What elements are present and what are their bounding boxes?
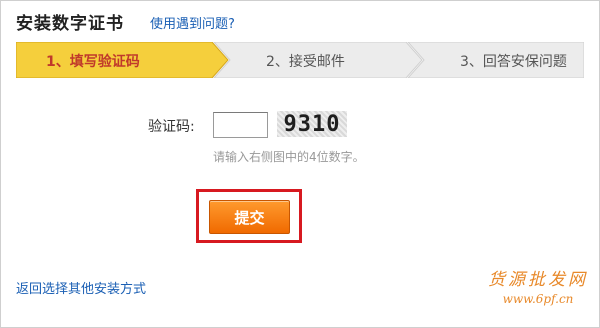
- verification-code-label: 验证码:: [148, 119, 195, 135]
- step-1-label: 1、填写验证码: [46, 54, 140, 70]
- step-progress-bar: 1、填写验证码 2、接受邮件 3、回答安保问题: [16, 42, 584, 78]
- verification-code-input[interactable]: [213, 112, 268, 138]
- step-2-label: 2、接受邮件: [266, 54, 345, 70]
- watermark-name: 货源批发网: [488, 270, 588, 290]
- back-to-install-methods-link[interactable]: 返回选择其他安装方式: [16, 278, 146, 297]
- watermark-url: www.6pf.cn: [502, 292, 574, 306]
- help-link[interactable]: 使用遇到问题?: [150, 13, 235, 32]
- step-3-label: 3、回答安保问题: [460, 54, 567, 70]
- captcha-text: 9310: [283, 111, 341, 137]
- submit-button[interactable]: 提交: [209, 200, 290, 234]
- watermark-logo: 货源批发网 www.6pf.cn: [482, 265, 594, 306]
- page-title: 安装数字证书: [16, 14, 124, 34]
- captcha-image[interactable]: 9310: [277, 111, 347, 137]
- captcha-hint: 请输入右侧图中的4位数字。: [213, 150, 365, 164]
